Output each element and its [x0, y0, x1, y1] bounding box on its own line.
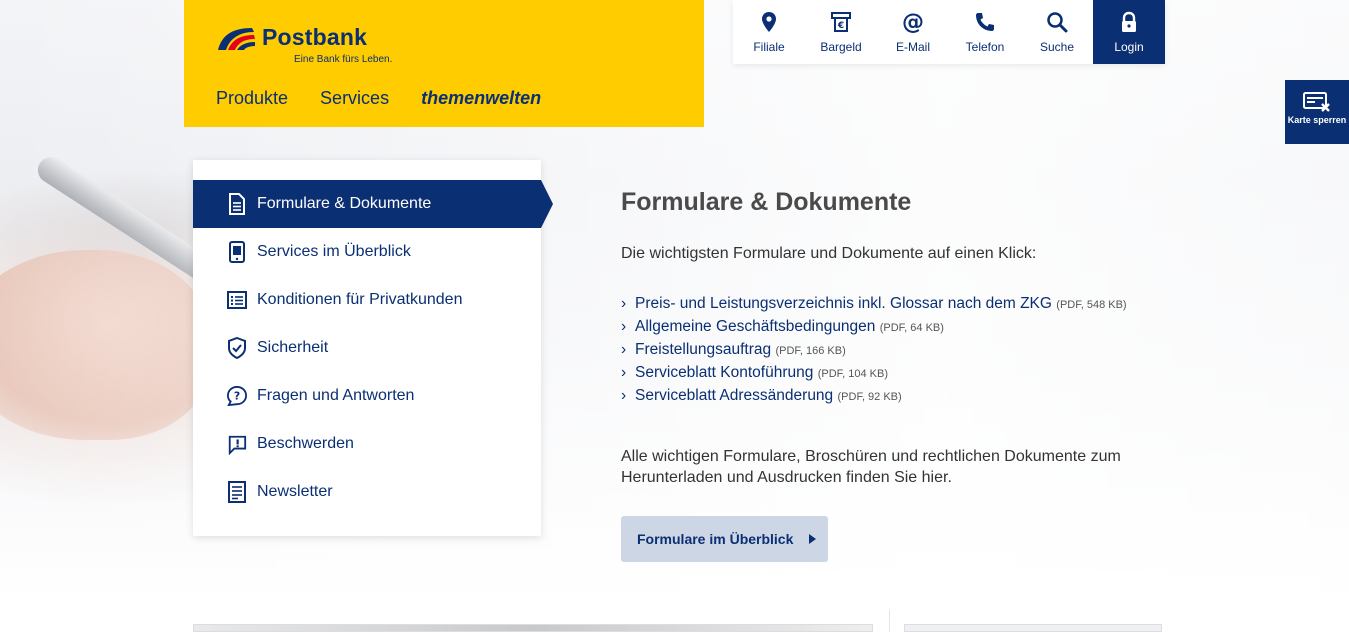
sidebar-menu: Formulare & Dokumente Services im Überbl… — [193, 160, 553, 536]
main-navigation: Produkte Services themenwelten — [216, 88, 541, 109]
page-title: Formulare & Dokumente — [621, 188, 912, 216]
chevron-right-icon: › — [621, 364, 627, 381]
svg-text:?: ? — [234, 390, 240, 403]
phone-icon — [976, 13, 994, 31]
sidebar-item-label: Newsletter — [257, 483, 333, 500]
nav-produkte[interactable]: Produkte — [216, 88, 288, 109]
document-link[interactable]: Preis- und Leistungsverzeichnis inkl. Gl… — [635, 295, 1052, 312]
util-email-label: E-Mail — [895, 40, 930, 54]
chevron-right-icon: › — [621, 318, 627, 335]
nav-services[interactable]: Services — [320, 88, 389, 109]
sidebar-item-formulare[interactable]: Formulare & Dokumente — [193, 180, 553, 228]
document-meta: (PDF, 104 KB) — [817, 368, 888, 380]
document-meta: (PDF, 64 KB) — [879, 322, 944, 334]
complaint-icon — [228, 435, 247, 455]
sidebar-item-fragen[interactable]: ? Fragen und Antworten — [193, 372, 541, 420]
document-link[interactable]: Serviceblatt Adressänderung — [635, 387, 833, 404]
sidebar-item-services[interactable]: Services im Überblick — [193, 228, 541, 276]
brand-header: Postbank Eine Bank fürs Leben. Produkte … — [184, 0, 704, 127]
util-suche-label: Suche — [1039, 40, 1075, 54]
brand-tagline: Eine Bank fürs Leben. — [294, 54, 393, 65]
cash-icon: € — [831, 12, 851, 32]
intro-text: Die wichtigsten Formulare und Dokumente … — [621, 245, 1037, 262]
list-item[interactable]: › Serviceblatt Kontoführung (PDF, 104 KB) — [621, 362, 1181, 385]
card-block-label: Karte sperren — [1287, 115, 1347, 125]
svg-text:@: @ — [902, 10, 924, 34]
list-icon — [227, 291, 247, 309]
util-filiale-label: Filiale — [753, 40, 785, 54]
brand-name: Postbank — [262, 24, 368, 50]
sidebar-item-beschwerden[interactable]: Beschwerden — [193, 420, 541, 468]
postbank-logo[interactable]: Postbank Eine Bank fürs Leben. — [216, 24, 392, 68]
chevron-right-icon: › — [621, 341, 627, 358]
document-list: › Preis- und Leistungsverzeichnis inkl. G… — [621, 293, 1181, 408]
util-email-button[interactable]: @ E-Mail — [877, 0, 949, 64]
search-icon — [1047, 12, 1068, 33]
document-link[interactable]: Serviceblatt Kontoführung — [635, 364, 813, 381]
divider — [889, 610, 890, 632]
sidebar-item-label: Sicherheit — [257, 339, 329, 356]
util-bargeld-button[interactable]: € Bargeld — [805, 0, 877, 64]
sidebar-item-label: Konditionen für Privatkunden — [257, 291, 463, 308]
list-item[interactable]: › Preis- und Leistungsverzeichnis inkl. G… — [621, 293, 1181, 316]
document-meta: (PDF, 548 KB) — [1056, 299, 1127, 311]
forms-overview-button[interactable]: Formulare im Überblick — [621, 516, 828, 562]
document-link[interactable]: Freistellungsauftrag — [635, 341, 771, 358]
util-telefon-button[interactable]: Telefon — [949, 0, 1021, 64]
lock-icon — [1122, 11, 1136, 32]
shield-icon — [228, 337, 246, 359]
chevron-right-icon: › — [621, 387, 627, 404]
list-item[interactable]: › Serviceblatt Adressänderung (PDF, 92 KB… — [621, 385, 1181, 408]
card-block-tab[interactable]: Karte sperren — [1285, 80, 1349, 144]
document-meta: (PDF, 92 KB) — [837, 391, 902, 403]
question-icon: ? — [227, 385, 247, 407]
document-meta: (PDF, 166 KB) — [775, 345, 846, 357]
sidebar-item-newsletter[interactable]: Newsletter — [193, 468, 541, 516]
sidebar-item-label: Beschwerden — [257, 435, 354, 452]
document-icon — [229, 193, 245, 215]
sidebar-item-label: Formulare & Dokumente — [257, 195, 432, 212]
list-item[interactable]: › Allgemeine Geschäftsbedingungen (PDF, 6… — [621, 316, 1181, 339]
sidebar-item-sicherheit[interactable]: Sicherheit — [193, 324, 541, 372]
util-bargeld-label: Bargeld — [820, 40, 862, 54]
teaser-card-right[interactable] — [904, 624, 1162, 632]
sidebar-item-konditionen[interactable]: Konditionen für Privatkunden — [193, 276, 541, 324]
tablet-icon — [229, 241, 245, 263]
util-login-button[interactable]: Login — [1093, 0, 1165, 64]
util-login-label: Login — [1114, 40, 1144, 54]
utility-bar: Filiale € Bargeld @ E-Mail Telefon Suche… — [733, 0, 1165, 64]
document-link[interactable]: Allgemeine Geschäftsbedingungen — [635, 318, 875, 335]
forms-overview-label: Formulare im Überblick — [637, 531, 794, 547]
list-item[interactable]: › Freistellungsauftrag (PDF, 166 KB) — [621, 339, 1181, 362]
teaser-card-left[interactable] — [193, 624, 873, 632]
outro-text: Alle wichtigen Formulare, Broschüren und… — [621, 448, 1121, 486]
at-icon: @ — [902, 10, 924, 34]
util-filiale-button[interactable]: Filiale — [733, 0, 805, 64]
svg-text:€: € — [837, 21, 844, 31]
main-content: Formulare & Dokumente Die wichtigsten Fo… — [621, 188, 1181, 562]
location-pin-icon — [762, 12, 776, 32]
chevron-right-icon: › — [621, 295, 627, 312]
util-suche-button[interactable]: Suche — [1021, 0, 1093, 64]
arrow-right-icon — [809, 534, 817, 544]
util-telefon-label: Telefon — [965, 40, 1005, 54]
card-block-icon — [1303, 92, 1330, 112]
nav-themenwelten[interactable]: themenwelten — [421, 88, 541, 109]
sidebar-item-label: Fragen und Antworten — [257, 387, 415, 404]
postbank-logo-mark-icon — [218, 28, 255, 50]
sidebar-item-label: Services im Überblick — [257, 243, 411, 260]
newsletter-icon — [228, 481, 246, 503]
